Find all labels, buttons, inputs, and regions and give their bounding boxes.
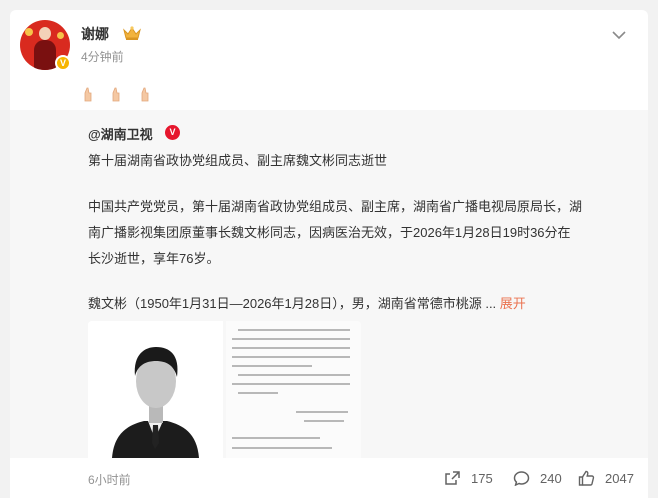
repost-body-text: 魏文彬（1950年1月31日—2026年1月28日），男，湖南省常德市桃源 ..…	[88, 296, 497, 311]
praise-hands-icon	[84, 87, 92, 102]
praise-icons	[81, 86, 162, 104]
post-time: 4分钟前	[81, 50, 124, 64]
avatar-figure-head	[39, 27, 51, 40]
avatar-decoration	[25, 28, 33, 36]
expand-link[interactable]: 展开	[500, 296, 526, 311]
comment-icon	[513, 471, 530, 486]
thumbs-up-icon	[578, 470, 595, 486]
verified-badge: V	[165, 125, 180, 140]
portrait-drawing	[88, 321, 223, 458]
like-button[interactable]: 2047	[578, 470, 638, 486]
praise-hands-icon	[113, 87, 120, 102]
avatar-figure	[34, 40, 56, 70]
avatar-decoration	[57, 32, 64, 39]
repost-button[interactable]: 175	[444, 470, 514, 486]
share-icon	[445, 471, 460, 485]
chevron-down-icon[interactable]	[612, 30, 626, 40]
praise-hands-icon	[141, 87, 149, 102]
verified-badge: V	[55, 55, 71, 71]
author-name[interactable]: 谢娜	[81, 24, 109, 44]
repost-body-line: 南广播影视集团原董事长魏文彬同志，因病医治无效，于2026年1月28日19时36…	[88, 225, 571, 240]
comment-button[interactable]: 240	[513, 470, 583, 486]
repost-body-line: 中国共产党党员，第十届湖南省政协党组成员、副主席，湖南省广播电视局原局长，湖	[88, 199, 583, 214]
repost-time: 6小时前	[88, 473, 131, 487]
like-count: 2047	[605, 471, 634, 486]
document-image[interactable]	[226, 321, 361, 458]
crown-icon	[123, 26, 141, 40]
repost-headline: 第十届湖南省政协党组成员、副主席魏文彬同志逝世	[88, 153, 388, 168]
portrait-image[interactable]	[88, 321, 223, 458]
repost-count: 175	[471, 471, 493, 486]
repost-body-line: 长沙逝世，享年76岁。	[88, 251, 220, 266]
repost-body-line: 魏文彬（1950年1月31日—2026年1月28日），男，湖南省常德市桃源 ..…	[88, 293, 526, 312]
comment-count: 240	[540, 471, 562, 486]
original-author[interactable]: @湖南卫视	[88, 124, 153, 143]
